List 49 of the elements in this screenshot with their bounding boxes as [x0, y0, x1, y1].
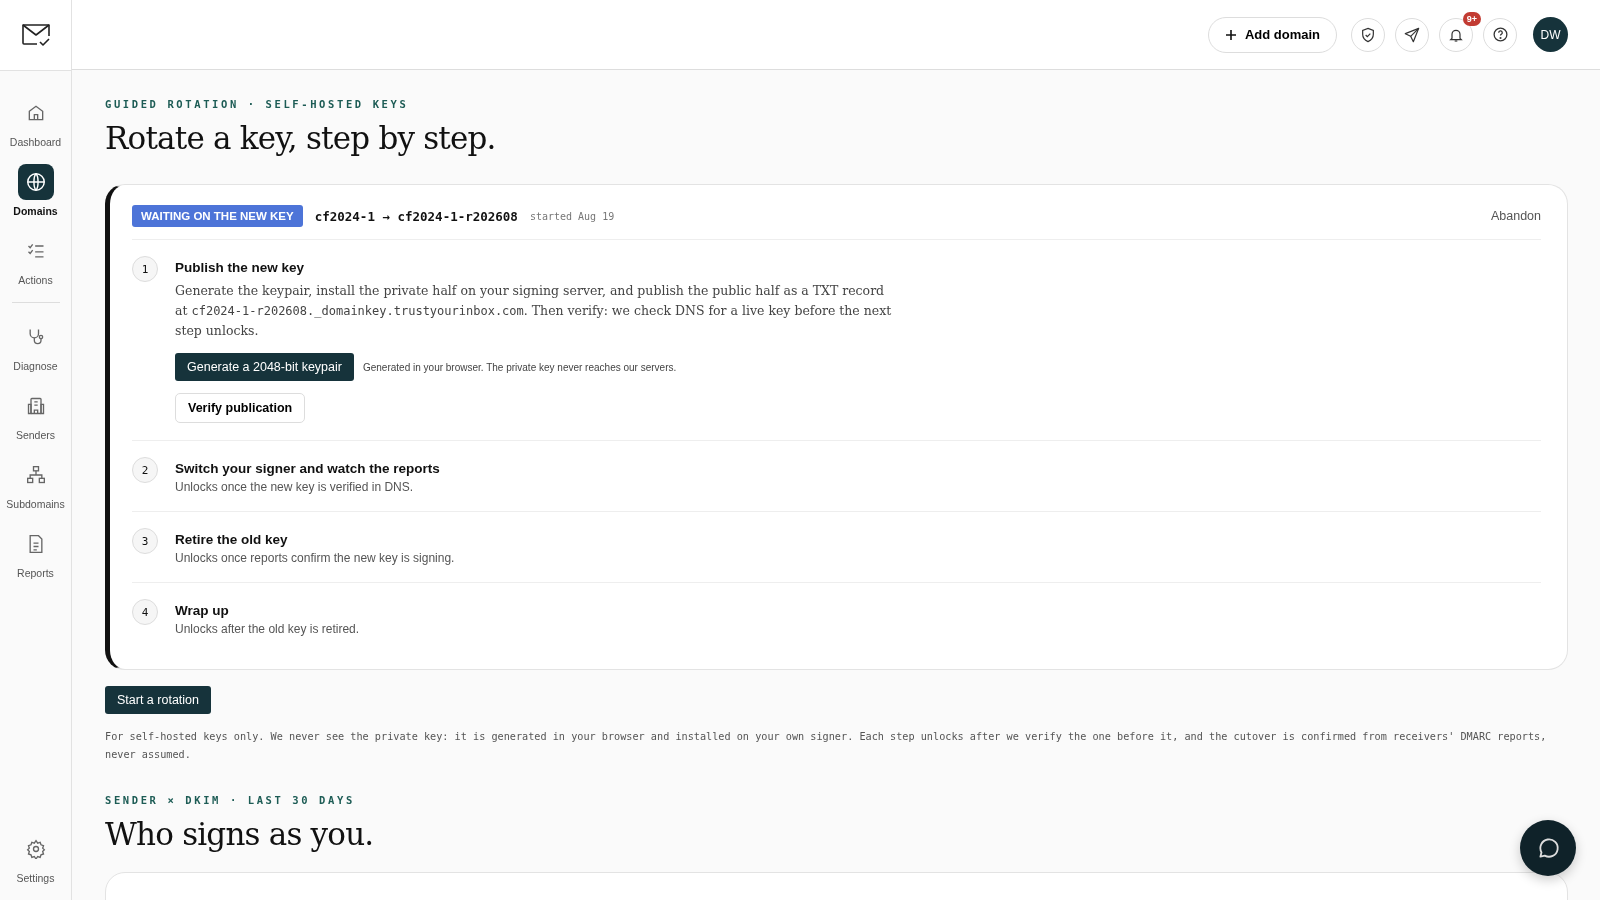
verify-publication-button[interactable]: Verify publication: [175, 393, 306, 423]
section-title: Who signs as you.: [105, 816, 374, 852]
status-badge: WAITING ON THE NEW KEY: [132, 205, 303, 227]
paper-plane-icon: [1404, 26, 1420, 43]
help-button[interactable]: [1483, 17, 1517, 52]
sidebar-item[interactable]: Actions: [0, 233, 71, 286]
settings-icon: [25, 839, 46, 859]
settings-item[interactable]: Settings: [0, 831, 71, 884]
user-avatar[interactable]: DW: [1533, 17, 1568, 52]
sidebar-item[interactable]: Subdomains: [0, 457, 71, 510]
step-number: 4: [132, 599, 158, 625]
step-title: Switch your signer and watch the reports: [175, 461, 440, 476]
key-transition: cf2024-1 → cf2024-1-r202608: [314, 208, 518, 224]
help-icon: [1491, 26, 1509, 43]
sidebar-item[interactable]: Diagnose: [0, 319, 71, 372]
chat-button[interactable]: [1520, 820, 1576, 876]
send-button[interactable]: [1395, 17, 1429, 52]
shield-check-icon: [1360, 26, 1376, 43]
step-hint: Unlocks once reports confirm the new key is signing.: [175, 551, 455, 565]
keypair-note: Generated in your browser. The private key never reaches our servers.: [362, 361, 677, 373]
step-title: Wrap up: [175, 603, 230, 618]
sidebar-item[interactable]: Senders: [0, 388, 71, 441]
step-title: Retire the old key: [175, 532, 289, 547]
plus-icon: [1224, 28, 1237, 41]
step-description: Generate the keypair, install the private half on your signing server, and publish the public half as a TXT record at cf2024-1-r202608._domainkey.trustyourinbox.com. Then verify: we check DNS for a live key before the next step unlocks.: [175, 282, 893, 340]
section-label: SENDER × DKIM · LAST 30 DAYS: [105, 794, 356, 806]
start-rotation-button[interactable]: Start a rotation: [105, 686, 211, 714]
sitemap-icon: [25, 465, 46, 485]
step-number: 1: [132, 256, 158, 282]
section-label: GUIDED ROTATION · SELF-HOSTED KEYS: [105, 98, 410, 110]
step-title: Publish the new key: [175, 260, 306, 275]
shield-button[interactable]: [1351, 17, 1385, 52]
footnote: For self-hosted keys only. We never see the private key: it is generated in your browser and installed on your own signer. Each step unlocks after we verify the one before it, and the cutover is confirmed from receivers' DMARC reports, never assumed.: [105, 730, 1548, 762]
building-icon: [25, 396, 46, 416]
page-title: Rotate a key, step by step.: [105, 120, 497, 156]
notification-count: 9+: [1462, 11, 1481, 26]
sidebar-item[interactable]: Reports: [0, 526, 71, 579]
step-number: 3: [132, 528, 158, 554]
globe-icon: [24, 171, 47, 193]
step-hint: Unlocks after the old key is retired.: [175, 622, 360, 636]
generate-keypair-button[interactable]: Generate a 2048-bit keypair: [175, 353, 354, 381]
step-number: 2: [132, 457, 158, 483]
envelope-check-logo: [20, 22, 51, 48]
started-date: started Aug 19: [529, 210, 615, 222]
sidebar-item[interactable]: Domains: [0, 164, 71, 217]
add-domain-button[interactable]: Add domain: [1207, 16, 1337, 53]
abandon-link[interactable]: Abandon: [1490, 209, 1541, 223]
step-hint: Unlocks once the new key is verified in DNS.: [175, 480, 415, 494]
sidebar-item[interactable]: Dashboard: [0, 95, 71, 148]
